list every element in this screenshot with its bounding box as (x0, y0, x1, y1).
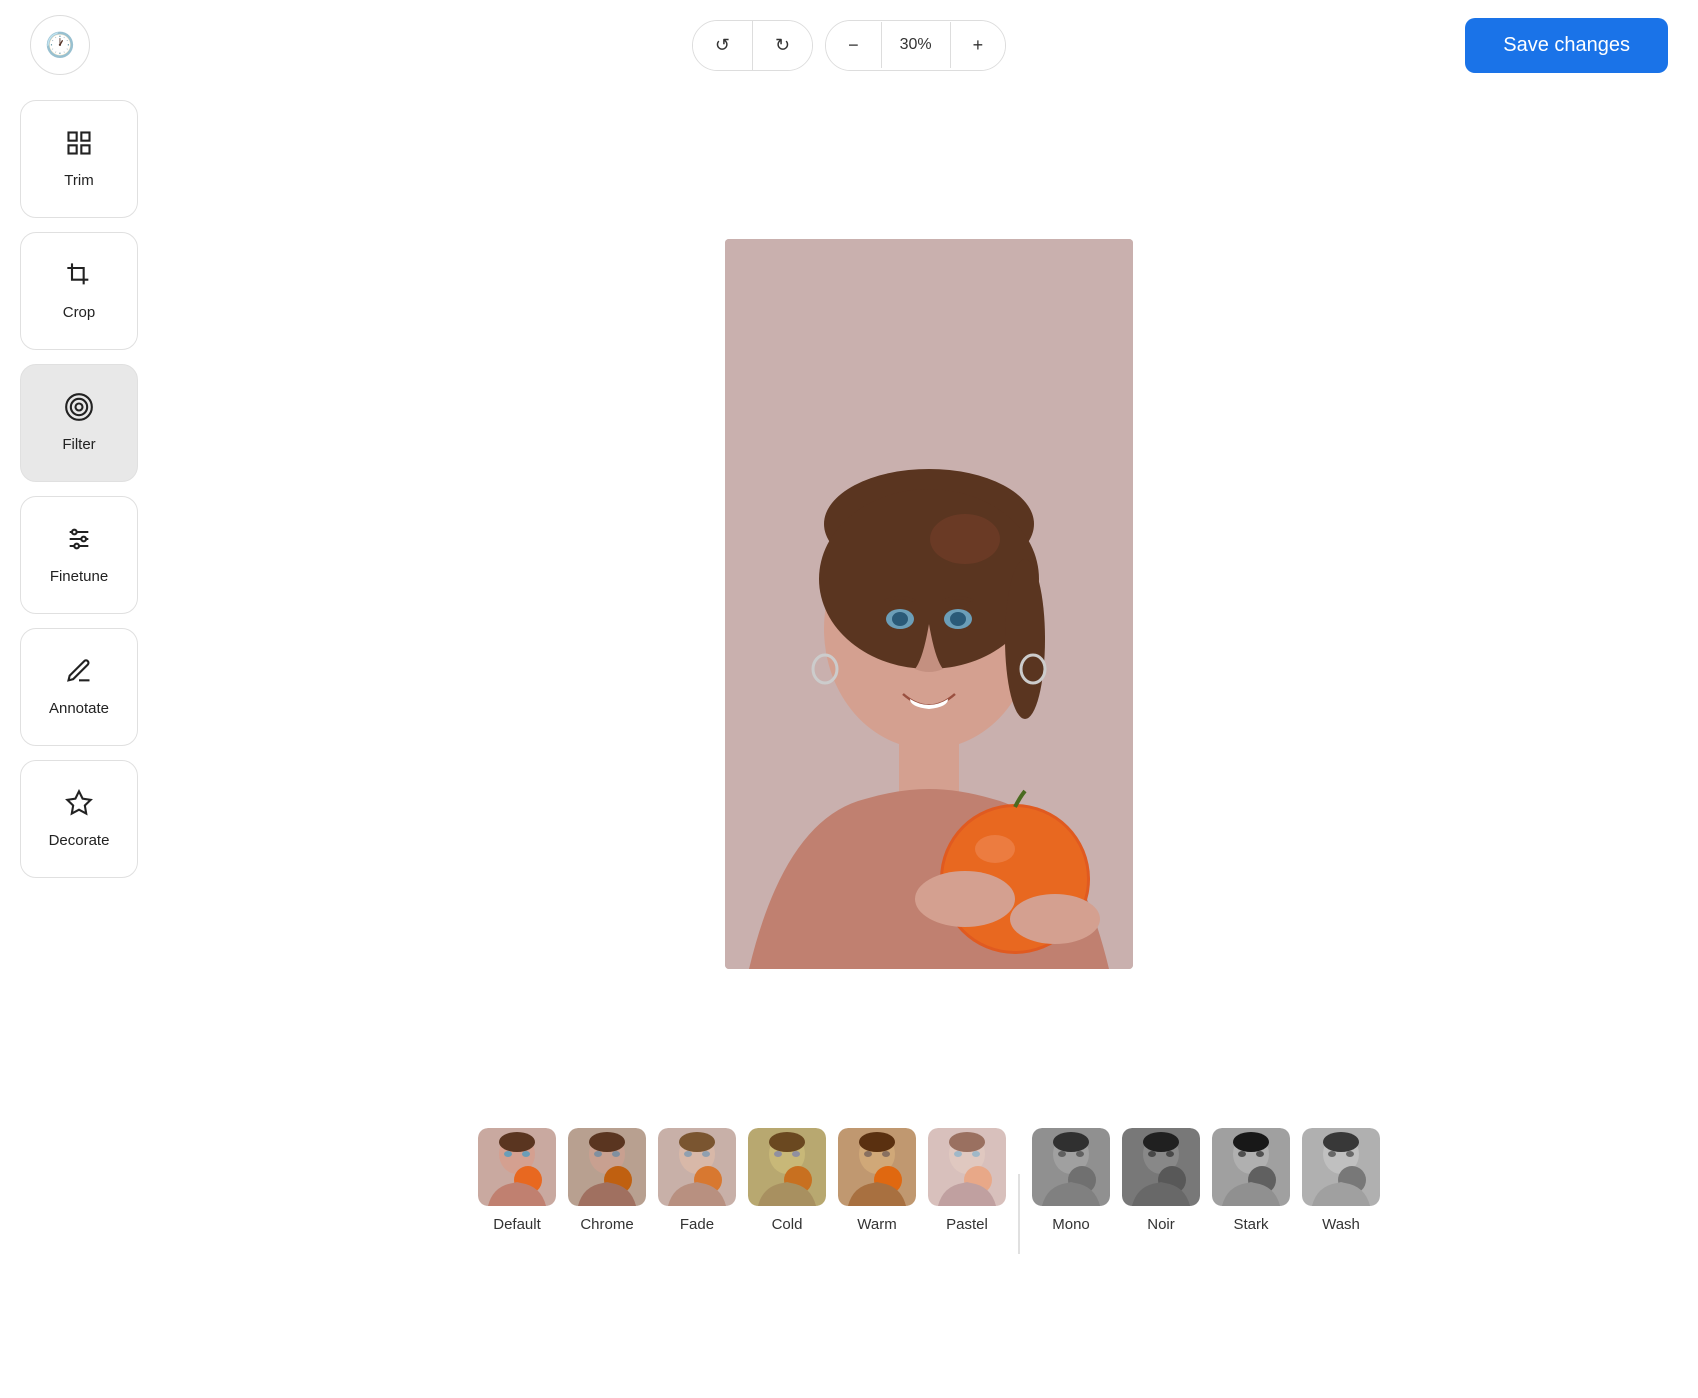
sidebar-item-decorate[interactable]: Decorate (20, 760, 138, 878)
filter-cold-label: Cold (772, 1216, 803, 1233)
filter-thumb-mono (1032, 1128, 1110, 1206)
filter-item-fade[interactable]: Fade (652, 1128, 742, 1233)
filter-mono-label: Mono (1052, 1216, 1090, 1233)
undo-button[interactable]: ↺ (693, 21, 752, 70)
filter-noir-label: Noir (1147, 1216, 1175, 1233)
history-icon: 🕐 (45, 31, 75, 60)
sidebar: Trim Crop Filter (20, 100, 138, 878)
filter-icon (65, 393, 93, 428)
filter-default-label: Default (493, 1216, 541, 1233)
filter-thumb-stark (1212, 1128, 1290, 1206)
filter-label: Filter (62, 436, 95, 453)
filter-chrome-label: Chrome (580, 1216, 633, 1233)
redo-icon: ↻ (775, 35, 790, 56)
filter-pastel-label: Pastel (946, 1216, 988, 1233)
filter-item-cold[interactable]: Cold (742, 1128, 832, 1233)
filter-item-warm[interactable]: Warm (832, 1128, 922, 1233)
toolbar: 🕐 ↺ ↻ − 30% + Save changes (0, 0, 1698, 90)
history-button[interactable]: 🕐 (30, 15, 90, 75)
minus-icon: − (848, 35, 859, 56)
filter-item-noir[interactable]: Noir (1116, 1128, 1206, 1233)
filter-thumb-pastel (928, 1128, 1006, 1206)
filter-item-default[interactable]: Default (472, 1128, 562, 1233)
trim-icon (65, 129, 93, 164)
filter-wash-label: Wash (1322, 1216, 1360, 1233)
filter-thumb-default (478, 1128, 556, 1206)
filter-item-mono[interactable]: Mono (1026, 1128, 1116, 1233)
decorate-icon (65, 789, 93, 824)
sidebar-item-filter[interactable]: Filter (20, 364, 138, 482)
filter-thumb-warm (838, 1128, 916, 1206)
redo-button[interactable]: ↻ (752, 21, 812, 70)
crop-label: Crop (63, 304, 96, 321)
save-button[interactable]: Save changes (1465, 18, 1668, 73)
zoom-group: − 30% + (825, 20, 1006, 71)
zoom-value: 30% (881, 22, 951, 68)
filter-item-chrome[interactable]: Chrome (562, 1128, 652, 1233)
annotate-label: Annotate (49, 700, 109, 717)
filter-item-pastel[interactable]: Pastel (922, 1128, 1012, 1233)
undo-redo-group: ↺ ↻ (692, 20, 813, 71)
sidebar-item-crop[interactable]: Crop (20, 232, 138, 350)
filter-fade-label: Fade (680, 1216, 714, 1233)
sidebar-item-trim[interactable]: Trim (20, 100, 138, 218)
crop-icon (65, 261, 93, 296)
filter-stark-label: Stark (1233, 1216, 1268, 1233)
main-image (725, 239, 1133, 969)
filter-divider (1018, 1174, 1020, 1254)
canvas-area (160, 90, 1698, 1118)
filter-thumb-fade (658, 1128, 736, 1206)
filter-thumb-cold (748, 1128, 826, 1206)
finetune-icon (65, 525, 93, 560)
undo-icon: ↺ (715, 35, 730, 56)
filter-item-stark[interactable]: Stark (1206, 1128, 1296, 1233)
sidebar-item-annotate[interactable]: Annotate (20, 628, 138, 746)
annotate-icon (65, 657, 93, 692)
filter-thumb-noir (1122, 1128, 1200, 1206)
zoom-in-button[interactable]: + (951, 21, 1006, 70)
finetune-label: Finetune (50, 568, 108, 585)
plus-icon: + (973, 35, 984, 56)
decorate-label: Decorate (49, 832, 110, 849)
filter-item-wash[interactable]: Wash (1296, 1128, 1386, 1233)
filter-thumb-wash (1302, 1128, 1380, 1206)
filter-thumb-chrome (568, 1128, 646, 1206)
sidebar-item-finetune[interactable]: Finetune (20, 496, 138, 614)
zoom-out-button[interactable]: − (826, 21, 881, 70)
trim-label: Trim (64, 172, 93, 189)
filter-warm-label: Warm (857, 1216, 896, 1233)
filter-strip: Default Chrome (160, 1118, 1698, 1338)
